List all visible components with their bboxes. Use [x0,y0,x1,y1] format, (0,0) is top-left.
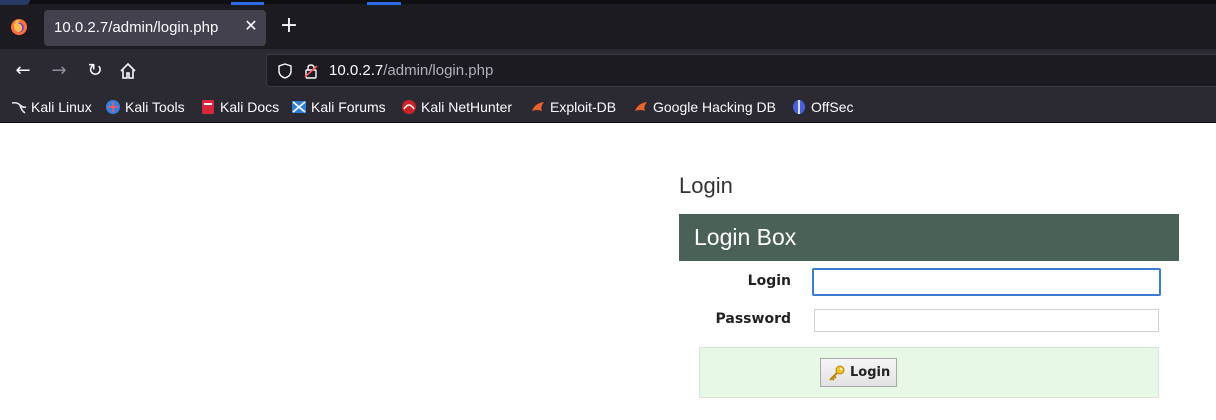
login-label: Login [747,273,791,289]
bookmark-label: Google Hacking DB [653,99,776,115]
bookmark-kali-linux[interactable]: Kali Linux [11,97,92,117]
submit-row: Login [699,347,1159,398]
offsec-icon [793,100,805,114]
bookmark-label: Kali Tools [125,99,185,115]
tab-indicator [0,0,30,5]
kali-tools-icon [106,100,120,114]
kali-dragon-icon [11,101,27,114]
tab-indicator [231,2,264,5]
forward-button[interactable]: → [47,59,71,83]
bookmark-label: OffSec [811,99,854,115]
tab-strip: 10.0.2.7/admin/login.php ✕ + [0,0,1216,49]
bookmark-kali-tools[interactable]: Kali Tools [105,97,185,117]
kali-forums-icon [292,101,306,113]
insecure-lock-icon[interactable] [303,63,319,79]
new-tab-button[interactable]: + [279,15,299,37]
login-input[interactable] [812,268,1161,296]
bookmark-kali-nethunter[interactable]: Kali NetHunter [401,97,512,117]
login-button-label: Login [850,365,891,380]
bookmarks-toolbar: Kali Linux Kali Tools Kali Docs Kali For… [0,93,1216,123]
tab-indicator [367,2,401,5]
bookmark-label: Exploit-DB [550,99,617,115]
bookmark-kali-docs[interactable]: Kali Docs [200,97,279,117]
exploit-db-icon [532,102,544,111]
nethunter-icon [402,100,416,114]
bookmark-label: Kali Linux [31,99,92,115]
bookmark-label: Kali NetHunter [421,99,513,115]
url-path: /admin/login.php [383,62,494,79]
firefox-icon[interactable] [10,18,28,36]
home-icon[interactable] [118,61,138,81]
bookmark-label: Kali Docs [220,99,280,115]
bookmark-label: Kali Forums [311,99,386,115]
address-bar[interactable]: 10.0.2.7/admin/login.php [266,54,1216,87]
key-icon [829,365,845,381]
url-text: 10.0.2.7/admin/login.php [329,62,493,79]
bookmark-exploit-db[interactable]: Exploit-DB [530,97,616,117]
navigation-bar: ← → ↻ 10.0.2.7/admin/login.php [0,49,1216,93]
ghdb-icon [635,102,647,111]
bookmark-kali-forums[interactable]: Kali Forums [291,97,386,117]
login-box-title: Login Box [694,224,797,250]
back-button[interactable]: ← [11,59,35,83]
bookmark-offsec[interactable]: OffSec [791,97,854,117]
tracking-protection-shield-icon[interactable] [277,63,293,79]
login-button[interactable]: Login [820,358,897,387]
login-box-header: Login Box [679,214,1179,261]
password-input[interactable] [814,309,1159,332]
close-tab-icon[interactable]: ✕ [242,17,260,35]
reload-button[interactable]: ↻ [83,59,107,83]
active-tab[interactable]: 10.0.2.7/admin/login.php ✕ [44,10,266,46]
password-label: Password [715,311,791,327]
kali-docs-icon [202,100,214,114]
page-title: Login [679,173,733,198]
bookmark-google-hacking-db[interactable]: Google Hacking DB [633,97,776,117]
url-host: 10.0.2.7 [329,62,384,79]
tab-title: 10.0.2.7/admin/login.php [54,19,219,36]
tab-strip-top-edge [0,0,1216,4]
